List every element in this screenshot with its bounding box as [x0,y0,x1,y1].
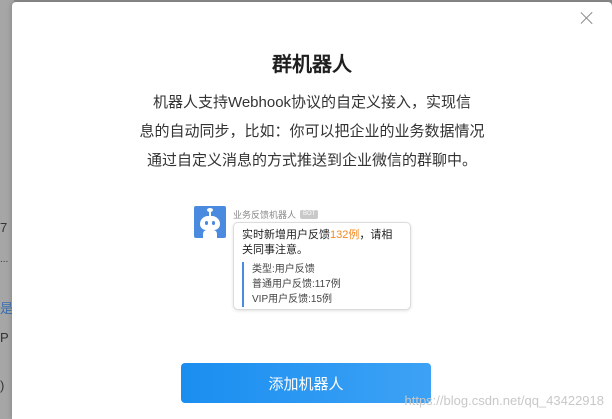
description-line: 息的自动同步，比如：你可以把企业的业务数据情况 [139,123,485,140]
add-robot-button[interactable]: 添加机器人 [181,363,431,403]
group-robot-dialog: 群机器人 机器人支持Webhook协议的自定义接入，实现信 息的自动同步，比如：… [12,2,612,419]
quote-list-item: 普通用户反馈:117例 [252,279,341,290]
bot-name-label: 业务反馈机器人 [233,210,297,220]
description-line: 通过自定义消息的方式推送到企业微信的群聊中。 [146,152,477,169]
preview-message-text: 实时新增用户反馈132例，请相关同事注意。 [242,228,402,258]
quote-list-item: 类型:用户反馈 [252,264,315,275]
background-text-fragment: 7 [0,220,8,235]
background-text-fragment: P [0,330,9,345]
background-text-fragment: ) [0,378,5,393]
watermark-text: https://blog.csdn.net/qq_43422918 [404,393,605,408]
bot-tag-badge: BOT [300,210,319,219]
background-text-fragment: ... [0,254,9,265]
close-icon[interactable] [580,11,594,25]
preview-bot-name: 业务反馈机器人 BOT [233,208,319,221]
message-prefix: 实时新增用户反馈 [242,229,330,241]
dialog-title: 群机器人 [272,54,352,76]
robot-avatar-icon [194,206,226,238]
description-line: 机器人支持Webhook协议的自定义接入，实现信 [152,94,472,111]
preview-quote-list: 类型:用户反馈 普通用户反馈:117例 VIP用户反馈:15例 [242,262,402,307]
preview-message-bubble: 实时新增用户反馈132例，请相关同事注意。 类型:用户反馈 普通用户反馈:117… [233,222,411,310]
quote-list-item: VIP用户反馈:15例 [252,294,333,305]
message-highlight-count: 132例 [330,229,360,241]
dialog-description: 机器人支持Webhook协议的自定义接入，实现信 息的自动同步，比如：你可以把企… [112,88,512,175]
